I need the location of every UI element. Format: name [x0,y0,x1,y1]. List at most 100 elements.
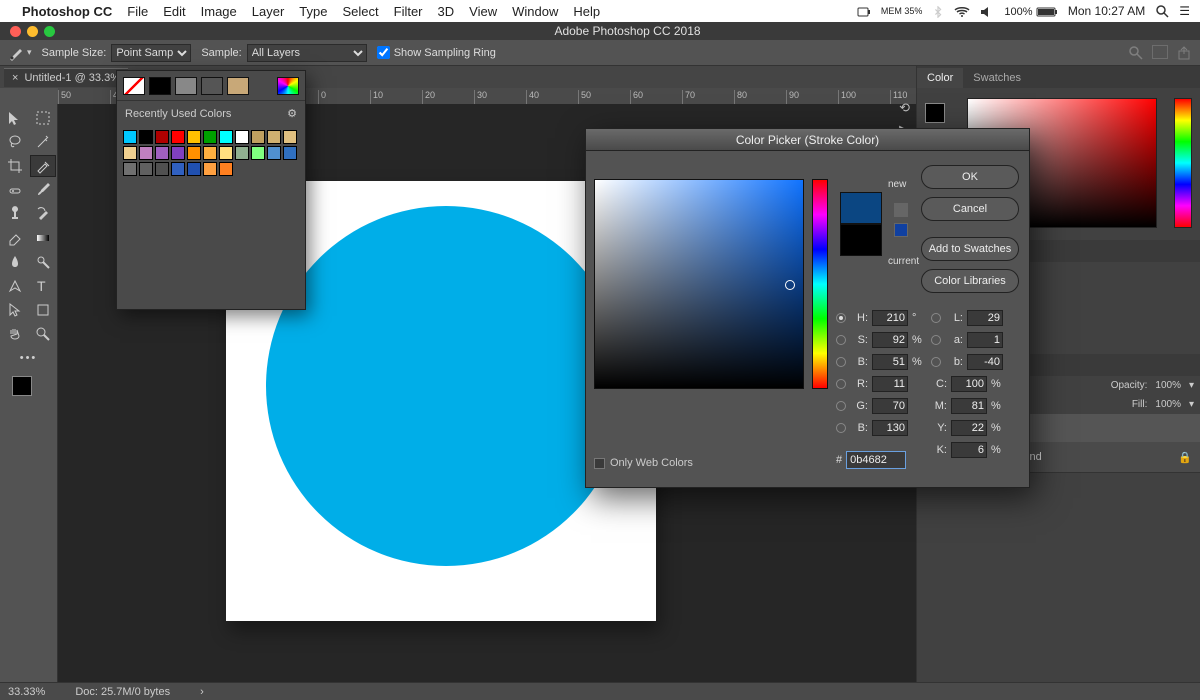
recent-color-cell[interactable] [139,162,153,176]
g-radio[interactable] [836,401,846,411]
r-radio[interactable] [836,379,846,389]
recent-color-cell[interactable] [283,130,297,144]
status-arrow-icon[interactable]: › [200,686,204,698]
recent-color-cell[interactable] [139,130,153,144]
ok-button[interactable]: OK [921,165,1019,189]
magic-wand-tool[interactable] [30,131,56,153]
hand-tool[interactable] [2,323,28,345]
shape-tool[interactable] [30,299,56,321]
recent-color-cell[interactable] [219,146,233,160]
recent-color-cell[interactable] [171,130,185,144]
menu-layer[interactable]: Layer [252,4,285,19]
menu-view[interactable]: View [469,4,497,19]
recent-color-cell[interactable] [219,130,233,144]
healing-tool[interactable] [2,179,28,201]
window-close-button[interactable] [10,26,21,37]
pen-tool[interactable] [2,275,28,297]
bluetooth-icon[interactable] [932,4,944,18]
show-sampling-ring-checkbox[interactable] [377,46,390,59]
tab-color[interactable]: Color [917,68,963,88]
lasso-tool[interactable] [2,131,28,153]
cube-warning-icon[interactable] [894,203,908,217]
history-brush-tool[interactable] [30,203,56,225]
b-input[interactable] [872,354,908,370]
menu-file[interactable]: File [127,4,148,19]
recent-color-cell[interactable] [123,146,137,160]
recent-color-cell[interactable] [283,146,297,160]
lab-b-input[interactable] [967,354,1003,370]
recent-color-cell[interactable] [123,130,137,144]
recent-color-cell[interactable] [155,146,169,160]
menu-image[interactable]: Image [201,4,237,19]
gear-icon[interactable]: ⚙ [287,107,297,120]
layout-icon[interactable] [1152,45,1168,59]
menu-type[interactable]: Type [299,4,327,19]
eyedropper-tool[interactable] [30,155,56,177]
recent-color-cell[interactable] [235,146,249,160]
recent-color-cell[interactable] [171,162,185,176]
recent-color-cell[interactable] [155,130,169,144]
spotlight-icon[interactable] [1155,4,1169,19]
hex-input[interactable] [846,451,906,469]
hue-swatch[interactable] [277,77,299,95]
add-to-swatches-button[interactable]: Add to Swatches [921,237,1019,261]
zoom-tool[interactable] [30,323,56,345]
menu-filter[interactable]: Filter [394,4,423,19]
lab-b-radio[interactable] [931,357,941,367]
recent-color-cell[interactable] [251,130,265,144]
doc-info[interactable]: Doc: 25.7M/0 bytes [75,686,170,698]
more-tools-icon[interactable]: ••• [16,347,42,369]
hue-slider[interactable] [1174,98,1192,228]
websafe-warning-icon[interactable] [894,223,908,237]
no-color-swatch[interactable] [123,77,145,95]
zoom-level[interactable]: 33.33% [8,686,45,698]
menu-app[interactable]: Photoshop CC [22,4,112,19]
recent-color-cell[interactable] [139,146,153,160]
menu-edit[interactable]: Edit [163,4,185,19]
history-step-icon[interactable]: ⟲ [899,100,910,116]
a-input[interactable] [967,332,1003,348]
swatch[interactable] [175,77,197,95]
g-input[interactable] [872,398,908,414]
m-input[interactable] [951,398,987,414]
recent-color-cell[interactable] [187,130,201,144]
recent-color-cell[interactable] [171,146,185,160]
color-libraries-button[interactable]: Color Libraries [921,269,1019,293]
type-tool[interactable]: T [30,275,56,297]
menu-3d[interactable]: 3D [438,4,455,19]
recent-color-cell[interactable] [267,146,281,160]
volume-icon[interactable] [980,4,994,18]
sample-size-select[interactable]: Point Sample [111,44,191,62]
menu-help[interactable]: Help [573,4,600,19]
opacity-value[interactable]: 100% [1155,380,1181,391]
menu-select[interactable]: Select [342,4,378,19]
stamp-tool[interactable] [2,203,28,225]
marquee-tool[interactable] [30,107,56,129]
saturation-value-field[interactable] [594,179,804,389]
recent-color-cell[interactable] [187,162,201,176]
tab-swatches[interactable]: Swatches [963,68,1031,88]
clock[interactable]: Mon 10:27 AM [1068,4,1145,18]
recent-color-cell[interactable] [219,162,233,176]
s-radio[interactable] [836,335,846,345]
recent-color-cell[interactable] [155,162,169,176]
s-input[interactable] [872,332,908,348]
l-input[interactable] [967,310,1003,326]
window-minimize-button[interactable] [27,26,38,37]
foreground-background-swatch[interactable] [12,376,46,410]
b2-radio[interactable] [836,423,846,433]
crop-tool[interactable] [2,155,28,177]
wifi-icon[interactable] [954,4,970,18]
fill-value[interactable]: 100% [1155,399,1181,410]
h-input[interactable] [872,310,908,326]
r-input[interactable] [872,376,908,392]
layer-lock-icon[interactable]: 🔒 [1178,451,1192,464]
path-select-tool[interactable] [2,299,28,321]
cancel-button[interactable]: Cancel [921,197,1019,221]
b2-input[interactable] [872,420,908,436]
k-input[interactable] [951,442,987,458]
a-radio[interactable] [931,335,941,345]
recent-color-cell[interactable] [251,146,265,160]
h-radio[interactable] [836,313,846,323]
menu-extras-icon[interactable]: ☰ [1179,4,1190,18]
